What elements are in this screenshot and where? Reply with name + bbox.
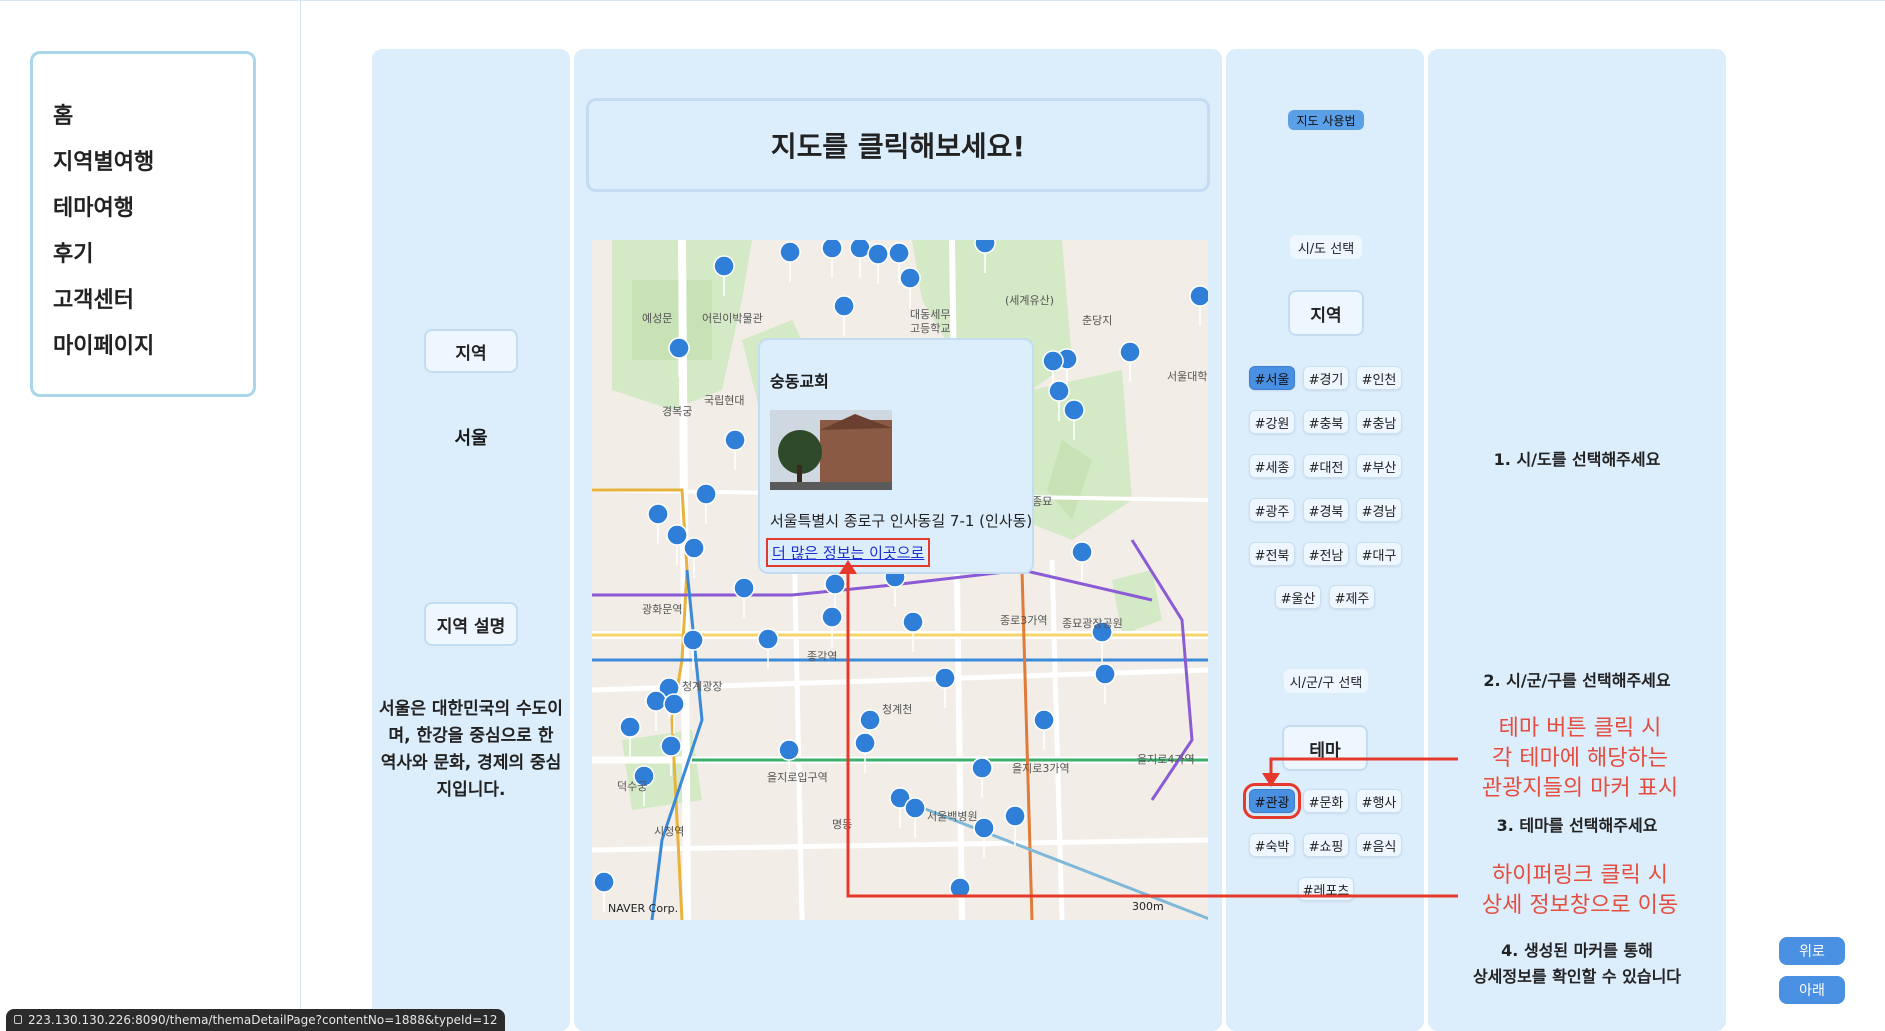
- scroll-down-button[interactable]: 아래: [1779, 976, 1845, 1004]
- annotation-arrows: [839, 560, 1458, 898]
- status-bar-url: 223.130.130.226:8090/thema/themaDetailPa…: [6, 1009, 506, 1031]
- status-url-text: 223.130.130.226:8090/thema/themaDetailPa…: [28, 1013, 498, 1027]
- lock-icon: [14, 1015, 22, 1024]
- scroll-up-button[interactable]: 위로: [1779, 937, 1845, 965]
- page: 홈 지역별여행 테마여행 후기 고객센터 마이페이지 지역 서울 지역 설명 서…: [0, 0, 1885, 1031]
